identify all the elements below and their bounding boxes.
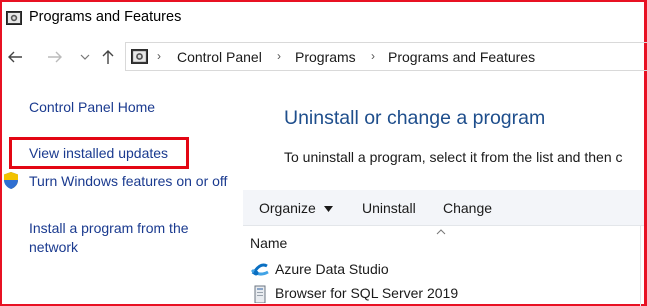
- change-button[interactable]: Change: [443, 200, 492, 216]
- page-description: To uninstall a program, select it from t…: [284, 149, 623, 165]
- forward-arrow-icon[interactable]: [47, 49, 63, 65]
- breadcrumb-separator: ›: [157, 49, 161, 63]
- control-panel-icon: [131, 49, 148, 64]
- window-title: Programs and Features: [29, 9, 182, 25]
- column-divider: [640, 226, 641, 306]
- organize-label: Organize: [259, 200, 316, 216]
- list-item[interactable]: Azure Data Studio: [250, 259, 630, 281]
- installer-icon: [254, 285, 266, 303]
- title-bar: Programs and Features: [2, 2, 644, 34]
- uninstall-button[interactable]: Uninstall: [362, 200, 416, 216]
- program-name: Azure Data Studio: [275, 261, 389, 277]
- page-title: Uninstall or change a program: [284, 107, 546, 129]
- list-item[interactable]: Browser for SQL Server 2019: [250, 283, 630, 305]
- sort-arrow-icon: [436, 229, 446, 235]
- organize-button[interactable]: Organize: [259, 200, 333, 216]
- back-arrow-icon[interactable]: [7, 49, 23, 65]
- up-arrow-icon[interactable]: [100, 49, 116, 65]
- program-list[interactable]: Name Azure Data Studio Browser for SQL S…: [243, 226, 644, 306]
- breadcrumb-programs-and-features[interactable]: Programs and Features: [388, 49, 535, 65]
- column-header-name[interactable]: Name: [250, 235, 287, 251]
- shield-icon: [4, 172, 18, 189]
- breadcrumb-programs[interactable]: Programs: [295, 49, 356, 65]
- control-panel-icon: [6, 11, 22, 25]
- command-toolbar: Organize Uninstall Change: [243, 190, 644, 226]
- azure-data-studio-icon: [250, 263, 269, 276]
- address-bar[interactable]: › Control Panel › Programs › Programs an…: [125, 42, 647, 71]
- breadcrumb-control-panel[interactable]: Control Panel: [177, 49, 262, 65]
- sidebar-item-windows-features[interactable]: Turn Windows features on or off: [29, 172, 229, 191]
- program-name: Browser for SQL Server 2019: [275, 285, 459, 301]
- navigation-bar: › Control Panel › Programs › Programs an…: [2, 40, 647, 74]
- breadcrumb-separator: ›: [371, 49, 375, 63]
- chevron-down-icon[interactable]: [80, 53, 90, 61]
- chevron-down-icon: [323, 206, 333, 212]
- sidebar-item-control-panel-home[interactable]: Control Panel Home: [29, 98, 155, 117]
- sidebar-item-install-from-network[interactable]: Install a program from the network: [29, 219, 219, 257]
- sidebar-item-view-installed-updates[interactable]: View installed updates: [29, 144, 168, 163]
- breadcrumb-separator: ›: [277, 49, 281, 63]
